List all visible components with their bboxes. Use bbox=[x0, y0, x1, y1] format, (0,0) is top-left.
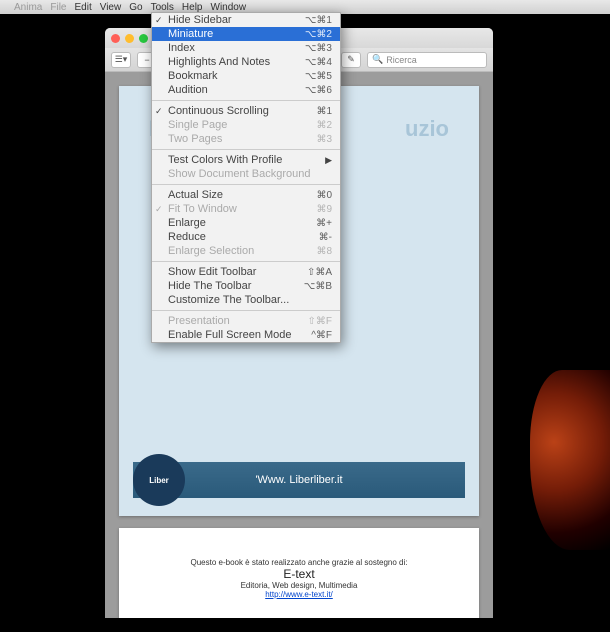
menu-file[interactable]: File bbox=[50, 2, 66, 13]
menu-miniature[interactable]: Miniature⌥⌘2 bbox=[152, 27, 340, 41]
menu-go[interactable]: Go bbox=[129, 2, 142, 13]
menu-hide-toolbar[interactable]: Hide The Toolbar⌥⌘B bbox=[152, 279, 340, 293]
menu-separator bbox=[152, 100, 340, 101]
menu-view[interactable]: View bbox=[100, 2, 122, 13]
footer-url: 'Www. Liberliber.it bbox=[255, 474, 342, 486]
search-placeholder: Ricerca bbox=[386, 55, 417, 65]
liber-badge-icon: Liber bbox=[133, 454, 185, 506]
page2-line1: Questo e-book è stato realizzato anche g… bbox=[119, 558, 479, 567]
menu-audition[interactable]: Audition⌥⌘6 bbox=[152, 83, 340, 97]
menu-continuous-scrolling[interactable]: ✓Continuous Scrolling⌘1 bbox=[152, 104, 340, 118]
menu-single-page[interactable]: Single Page⌘2 bbox=[152, 118, 340, 132]
menu-enlarge[interactable]: Enlarge⌘+ bbox=[152, 216, 340, 230]
menu-edit[interactable]: Edit bbox=[74, 2, 91, 13]
pdf-page-2: Questo e-book è stato realizzato anche g… bbox=[119, 528, 479, 618]
menu-reduce[interactable]: Reduce⌘- bbox=[152, 230, 340, 244]
menu-highlights[interactable]: Highlights And Notes⌥⌘4 bbox=[152, 55, 340, 69]
markup-button[interactable]: ✎ bbox=[341, 52, 361, 68]
menu-separator bbox=[152, 261, 340, 262]
menu-enlarge-selection: Enlarge Selection⌘8 bbox=[152, 244, 340, 258]
menu-fullscreen[interactable]: Enable Full Screen Mode^⌘F bbox=[152, 328, 340, 342]
menu-separator bbox=[152, 184, 340, 185]
app-name[interactable]: Anima bbox=[14, 2, 42, 13]
menu-bookmark[interactable]: Bookmark⌥⌘5 bbox=[152, 69, 340, 83]
search-input[interactable]: 🔍 Ricerca bbox=[367, 52, 487, 68]
menu-two-pages[interactable]: Two Pages⌘3 bbox=[152, 132, 340, 146]
minimize-icon[interactable] bbox=[125, 34, 134, 43]
sidebar-toggle-button[interactable]: ☰▾ bbox=[111, 52, 131, 68]
window-controls bbox=[111, 34, 148, 43]
menu-show-edit-toolbar[interactable]: Show Edit Toolbar⇧⌘A bbox=[152, 265, 340, 279]
doc-title-right: uzio bbox=[405, 116, 449, 142]
menu-customize-toolbar[interactable]: Customize The Toolbar... bbox=[152, 293, 340, 307]
menu-index[interactable]: Index⌥⌘3 bbox=[152, 41, 340, 55]
zoom-icon[interactable] bbox=[139, 34, 148, 43]
menu-test-colors[interactable]: Test Colors With Profile▶ bbox=[152, 153, 340, 167]
wallpaper-decoration bbox=[530, 370, 610, 550]
close-icon[interactable] bbox=[111, 34, 120, 43]
menu-actual-size[interactable]: Actual Size⌘0 bbox=[152, 188, 340, 202]
menu-presentation[interactable]: Presentation⇧⌘F bbox=[152, 314, 340, 328]
page2-link[interactable]: http://www.e-text.it/ bbox=[265, 590, 333, 599]
menu-separator bbox=[152, 310, 340, 311]
menu-separator bbox=[152, 149, 340, 150]
menu-window[interactable]: Window bbox=[211, 2, 247, 13]
search-icon: 🔍 bbox=[372, 54, 383, 65]
page2-line2: Editoria, Web design, Multimedia bbox=[119, 581, 479, 590]
menu-fit-to-window[interactable]: ✓Fit To Window⌘9 bbox=[152, 202, 340, 216]
menu-show-bg: Show Document Background bbox=[152, 167, 340, 181]
menu-tools[interactable]: Tools bbox=[151, 2, 174, 13]
view-menu-dropdown: ✓Hide Sidebar⌥⌘1 Miniature⌥⌘2 Index⌥⌘3 H… bbox=[151, 12, 341, 343]
page2-etext: E-text bbox=[119, 567, 479, 581]
menu-hide-sidebar[interactable]: ✓Hide Sidebar⌥⌘1 bbox=[152, 13, 340, 27]
menu-help[interactable]: Help bbox=[182, 2, 203, 13]
